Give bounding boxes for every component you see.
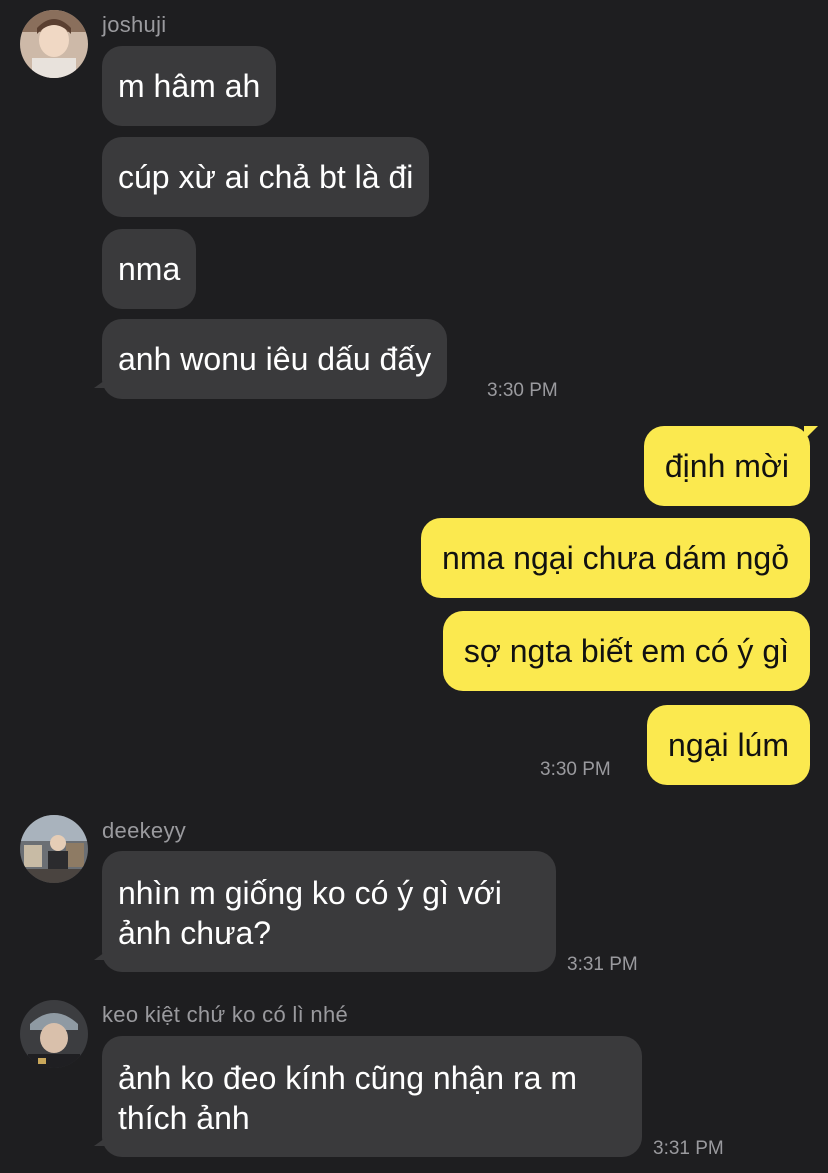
message-bubble[interactable]: nma xyxy=(102,229,197,309)
sender-name: deekeyy xyxy=(102,818,187,843)
sender-name: joshuji xyxy=(102,12,167,37)
avatar-joshuji-icon xyxy=(20,10,88,78)
timestamp: 3:31 PM xyxy=(653,1138,724,1159)
message-bubble[interactable]: ngại lúm xyxy=(647,705,810,785)
bubble-tail xyxy=(94,1136,108,1146)
avatar[interactable] xyxy=(20,815,88,883)
timestamp: 3:30 PM xyxy=(487,380,558,401)
message-bubble[interactable]: cúp xừ ai chả bt là đi xyxy=(102,137,430,217)
bubble-tail xyxy=(94,378,108,388)
bubble-tail xyxy=(94,950,108,960)
avatar-deekeyy-icon xyxy=(20,815,88,883)
avatar-keo-icon xyxy=(20,1000,88,1068)
sender-name: keo kiệt chứ ko có lì nhé xyxy=(102,1002,349,1027)
avatar[interactable] xyxy=(20,10,88,78)
message-bubble[interactable]: sợ ngta biết em có ý gì xyxy=(442,611,810,691)
message-bubble[interactable]: nma ngại chưa dám ngỏ xyxy=(421,518,810,598)
message-bubble[interactable]: m hâm ah xyxy=(102,46,277,126)
message-bubble[interactable]: anh wonu iêu dấu đấy xyxy=(102,319,448,399)
message-bubble[interactable]: định mời xyxy=(643,426,810,506)
timestamp: 3:31 PM xyxy=(567,954,638,975)
bubble-tail xyxy=(804,426,818,440)
avatar[interactable] xyxy=(20,1000,88,1068)
message-bubble[interactable]: nhìn m giống ko có ý gì với ảnh chưa? xyxy=(102,851,556,972)
timestamp: 3:30 PM xyxy=(540,759,611,780)
message-bubble[interactable]: ảnh ko đeo kính cũng nhận ra m thích ảnh xyxy=(102,1036,642,1157)
